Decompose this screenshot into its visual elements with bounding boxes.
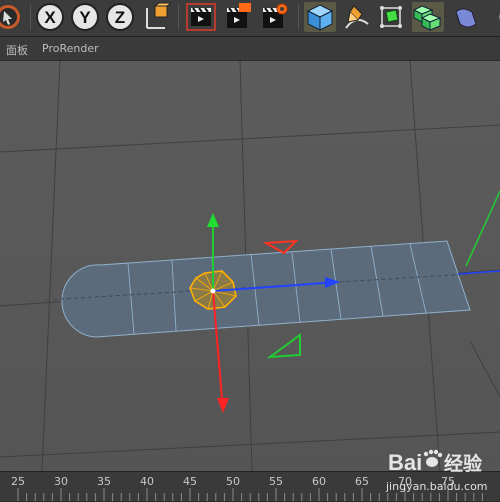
- subdivision-cube-icon: [380, 6, 402, 28]
- ruler-tick-label: 60: [312, 475, 326, 488]
- subdivision-surface-button[interactable]: [376, 2, 408, 32]
- more-tools-button[interactable]: [486, 2, 500, 32]
- render-to-picture-viewer-button[interactable]: [221, 2, 253, 32]
- toolbar-separator: [298, 4, 299, 30]
- bend-deformer-icon: [455, 8, 477, 28]
- cursor-icon: [0, 5, 20, 29]
- pen-spline-button[interactable]: [340, 2, 372, 32]
- paw-icon: [423, 449, 443, 467]
- array-button[interactable]: [412, 2, 444, 32]
- render-settings-button[interactable]: [257, 2, 289, 32]
- pen-icon: [345, 5, 369, 29]
- 3d-viewport[interactable]: [0, 61, 500, 471]
- menu-panel[interactable]: 面板: [6, 42, 28, 58]
- watermark-url: jingyan.baidu.com: [385, 480, 488, 493]
- ruler-tick-label: 35: [97, 475, 111, 488]
- ruler-tick-label: 40: [140, 475, 154, 488]
- x-axis-lock-button[interactable]: X: [34, 2, 66, 32]
- cube-primitive-button[interactable]: [304, 2, 336, 32]
- render-view-button[interactable]: [185, 2, 217, 32]
- ruler-tick-label: 30: [54, 475, 68, 488]
- toolbar-separator: [178, 4, 179, 30]
- viewport-menubar: 面板 ProRender: [0, 37, 500, 61]
- x-axis-label: X: [44, 8, 56, 27]
- cube-array-icon: [412, 5, 442, 31]
- ruler-tick-label: 25: [11, 475, 25, 488]
- deformer-button[interactable]: [450, 2, 482, 32]
- y-axis-label: Y: [79, 8, 91, 27]
- ruler-tick-label: 55: [269, 475, 283, 488]
- ruler-tick-label: 65: [355, 475, 369, 488]
- z-axis-lock-button[interactable]: Z: [104, 2, 136, 32]
- watermark-logo-text: Bai: [388, 450, 422, 475]
- ruler-tick-label: 50: [226, 475, 240, 488]
- coordinate-system-button[interactable]: [141, 2, 173, 32]
- toolbar: X Y Z: [0, 0, 500, 37]
- toolbar-separator: [30, 4, 31, 30]
- clapperboard-render-icon: [227, 3, 251, 28]
- y-axis-lock-button[interactable]: Y: [69, 2, 101, 32]
- watermark-logo-text-2: 经验: [444, 452, 483, 475]
- move-tool-button[interactable]: [0, 2, 32, 32]
- ruler-tick-label: 45: [183, 475, 197, 488]
- baidu-jingyan-watermark: Bai 经验 jingyan.baidu.com: [384, 428, 500, 498]
- gizmo-center[interactable]: [210, 288, 216, 294]
- more-icon: [499, 13, 500, 21]
- z-axis-label: Z: [115, 8, 125, 27]
- menu-prorender[interactable]: ProRender: [42, 42, 99, 55]
- cube-icon: [306, 4, 334, 31]
- clapperboard-icon: [186, 3, 216, 31]
- clapperboard-gear-icon: [263, 3, 288, 28]
- coordinate-system-icon: [146, 2, 173, 29]
